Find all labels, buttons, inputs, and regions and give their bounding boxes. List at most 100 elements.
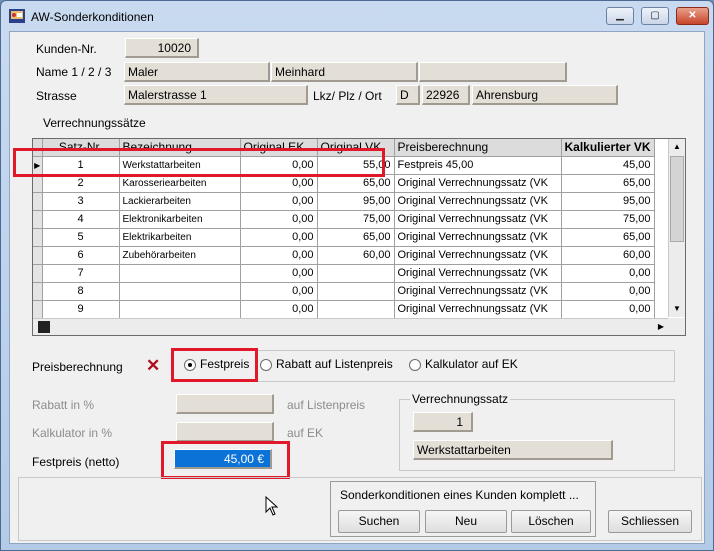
delete-button[interactable]: Löschen bbox=[511, 510, 591, 533]
city-field[interactable]: Ahrensburg bbox=[472, 85, 618, 105]
cell-satz-nr[interactable]: 4 bbox=[42, 210, 120, 229]
new-button[interactable]: Neu bbox=[425, 510, 507, 533]
row-indicator[interactable] bbox=[33, 228, 43, 247]
cell-original-vk[interactable]: 95,00 bbox=[317, 192, 395, 211]
close-x-icon[interactable]: ✕ bbox=[146, 357, 160, 374]
cell-original-ek[interactable]: 0,00 bbox=[240, 228, 318, 247]
cell-preisberechnung[interactable]: Original Verrechnungssatz (VK bbox=[394, 246, 562, 265]
cell-kalkulierter-vk[interactable]: 0,00 bbox=[561, 282, 655, 301]
cell-satz-nr[interactable]: 7 bbox=[42, 264, 120, 283]
customer-number-field[interactable]: 10020 bbox=[125, 38, 199, 58]
cell-preisberechnung[interactable]: Original Verrechnungssatz (VK bbox=[394, 192, 562, 211]
radio-kalkulator-label[interactable]: Kalkulator auf EK bbox=[425, 357, 518, 371]
cell-preisberechnung[interactable]: Original Verrechnungssatz (VK bbox=[394, 228, 562, 247]
cell-bezeichnung[interactable] bbox=[119, 264, 241, 283]
postal-code-field[interactable]: 22926 bbox=[422, 85, 470, 105]
cell-preisberechnung[interactable]: Original Verrechnungssatz (VK bbox=[394, 174, 562, 193]
cell-kalkulierter-vk[interactable]: 45,00 bbox=[561, 156, 655, 175]
scroll-right-arrow-icon[interactable]: ▶ bbox=[653, 319, 669, 335]
cell-original-ek[interactable]: 0,00 bbox=[240, 246, 318, 265]
table-row[interactable]: 5 Elektrikarbeiten 0,00 65,00 Original Verre… bbox=[33, 228, 655, 247]
row-indicator[interactable] bbox=[33, 264, 43, 283]
cell-original-vk[interactable]: 60,00 bbox=[317, 246, 395, 265]
radio-rabatt-listenpreis[interactable] bbox=[260, 359, 272, 371]
cell-original-ek[interactable]: 0,00 bbox=[240, 300, 318, 319]
close-window-button[interactable]: ✕ bbox=[676, 7, 709, 25]
row-indicator[interactable] bbox=[33, 210, 43, 229]
column-header-kalkulierter-vk[interactable]: Kalkulierter VK bbox=[561, 139, 655, 157]
cell-original-vk[interactable] bbox=[317, 282, 395, 301]
cell-preisberechnung[interactable]: Original Verrechnungssatz (VK bbox=[394, 300, 562, 319]
horizontal-scroll-thumb[interactable] bbox=[38, 321, 50, 333]
cell-kalkulierter-vk[interactable]: 65,00 bbox=[561, 228, 655, 247]
grid-horizontal-scrollbar[interactable]: ▶ bbox=[33, 318, 669, 335]
scrollbar-corner bbox=[668, 318, 685, 335]
cell-original-ek[interactable]: 0,00 bbox=[240, 210, 318, 229]
cell-bezeichnung[interactable] bbox=[119, 300, 241, 319]
cell-preisberechnung[interactable]: Original Verrechnungssatz (VK bbox=[394, 210, 562, 229]
cell-kalkulierter-vk[interactable]: 60,00 bbox=[561, 246, 655, 265]
cell-bezeichnung[interactable]: Elektronikarbeiten bbox=[119, 210, 241, 229]
cell-satz-nr[interactable]: 9 bbox=[42, 300, 120, 319]
cell-kalkulierter-vk[interactable]: 75,00 bbox=[561, 210, 655, 229]
calculator-field[interactable] bbox=[176, 422, 274, 442]
rate-number-field[interactable]: 1 bbox=[413, 412, 473, 432]
discount-field[interactable] bbox=[176, 394, 274, 414]
cell-original-ek[interactable]: 0,00 bbox=[240, 282, 318, 301]
cell-preisberechnung[interactable]: Original Verrechnungssatz (VK bbox=[394, 264, 562, 283]
cell-original-ek[interactable]: 0,00 bbox=[240, 264, 318, 283]
radio-kalkulator-ek[interactable] bbox=[409, 359, 421, 371]
cell-preisberechnung[interactable]: Festpreis 45,00 bbox=[394, 156, 562, 175]
cell-bezeichnung[interactable]: Lackierarbeiten bbox=[119, 192, 241, 211]
country-code-field[interactable]: D bbox=[396, 85, 420, 105]
cell-original-vk[interactable] bbox=[317, 300, 395, 319]
actions-group-label: Sonderkonditionen eines Kunden komplett … bbox=[340, 488, 579, 502]
minimize-button[interactable]: ▁ bbox=[606, 7, 634, 25]
rate-group-label: Verrechnungssatz bbox=[410, 392, 511, 406]
title-bar[interactable]: AW-Sonderkonditionen ▁ ▢ ✕ bbox=[1, 1, 713, 31]
maximize-button[interactable]: ▢ bbox=[641, 7, 669, 25]
highlight-box-fixed-price bbox=[161, 441, 290, 479]
table-row[interactable]: 4 Elektronikarbeiten 0,00 75,00 Original Ver… bbox=[33, 210, 655, 229]
cell-kalkulierter-vk[interactable]: 0,00 bbox=[561, 300, 655, 319]
cell-kalkulierter-vk[interactable]: 0,00 bbox=[561, 264, 655, 283]
table-row[interactable]: 7 0,00 Original Verrechnungssatz (VK 0,00 bbox=[33, 264, 655, 283]
cell-kalkulierter-vk[interactable]: 95,00 bbox=[561, 192, 655, 211]
search-button[interactable]: Suchen bbox=[338, 510, 420, 533]
name3-field[interactable] bbox=[419, 62, 567, 82]
row-indicator[interactable] bbox=[33, 282, 43, 301]
cell-original-vk[interactable]: 65,00 bbox=[317, 228, 395, 247]
cell-satz-nr[interactable]: 8 bbox=[42, 282, 120, 301]
table-row[interactable]: 6 Zubehörarbeiten 0,00 60,00 Original Verrec… bbox=[33, 246, 655, 265]
scroll-down-arrow-icon[interactable]: ▼ bbox=[670, 301, 684, 317]
cell-satz-nr[interactable]: 3 bbox=[42, 192, 120, 211]
close-button[interactable]: Schliessen bbox=[608, 510, 692, 533]
scroll-up-arrow-icon[interactable]: ▲ bbox=[670, 139, 684, 155]
cell-satz-nr[interactable]: 6 bbox=[42, 246, 120, 265]
table-row[interactable]: 8 0,00 Original Verrechnungssatz (VK 0,00 bbox=[33, 282, 655, 301]
street-field[interactable]: Malerstrasse 1 bbox=[124, 85, 308, 105]
cell-original-vk[interactable]: 75,00 bbox=[317, 210, 395, 229]
name2-field[interactable]: Meinhard bbox=[271, 62, 418, 82]
cell-bezeichnung[interactable] bbox=[119, 282, 241, 301]
window-title: AW-Sonderkonditionen bbox=[31, 10, 154, 24]
rate-name-field[interactable]: Werkstattarbeiten bbox=[413, 440, 613, 460]
grid-vertical-scrollbar[interactable]: ▲ ▼ bbox=[668, 139, 685, 317]
cell-original-vk[interactable] bbox=[317, 264, 395, 283]
cell-preisberechnung[interactable]: Original Verrechnungssatz (VK bbox=[394, 282, 562, 301]
cell-kalkulierter-vk[interactable]: 65,00 bbox=[561, 174, 655, 193]
street-label: Strasse bbox=[36, 89, 77, 103]
cell-bezeichnung[interactable]: Zubehörarbeiten bbox=[119, 246, 241, 265]
cell-satz-nr[interactable]: 5 bbox=[42, 228, 120, 247]
cell-original-ek[interactable]: 0,00 bbox=[240, 192, 318, 211]
table-row[interactable]: 3 Lackierarbeiten 0,00 95,00 Original Verrec… bbox=[33, 192, 655, 211]
name1-field[interactable]: Maler bbox=[124, 62, 270, 82]
radio-rabatt-label[interactable]: Rabatt auf Listenpreis bbox=[276, 357, 393, 371]
vertical-scroll-thumb[interactable] bbox=[670, 156, 684, 242]
row-indicator[interactable] bbox=[33, 300, 43, 319]
cell-bezeichnung[interactable]: Elektrikarbeiten bbox=[119, 228, 241, 247]
row-indicator[interactable] bbox=[33, 192, 43, 211]
table-row[interactable]: 9 0,00 Original Verrechnungssatz (VK 0,00 bbox=[33, 300, 655, 319]
row-indicator[interactable] bbox=[33, 246, 43, 265]
column-header-preisberechnung[interactable]: Preisberechnung bbox=[394, 139, 562, 157]
